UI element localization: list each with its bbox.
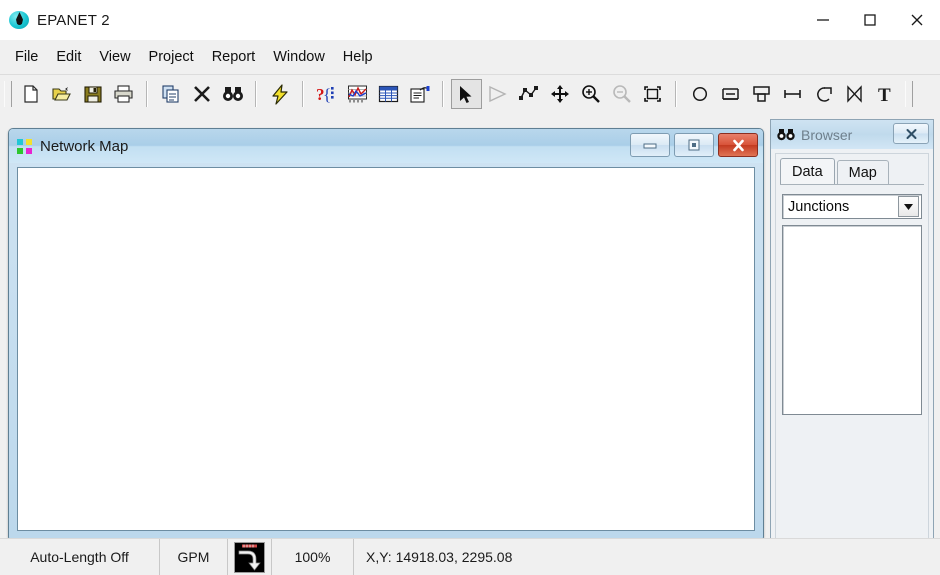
- toolbar-separator: [255, 81, 257, 107]
- browser-tabstrip: Data Map: [780, 158, 928, 184]
- print-button[interactable]: [108, 79, 139, 109]
- run-analysis-button[interactable]: [264, 79, 295, 109]
- add-junction-tool[interactable]: [684, 79, 715, 109]
- save-file-button[interactable]: [77, 79, 108, 109]
- new-file-button[interactable]: [15, 79, 46, 109]
- menubar: File Edit View Project Report Window Hel…: [0, 40, 940, 74]
- full-extent-tool[interactable]: [637, 79, 668, 109]
- toolbar-separator: [442, 81, 444, 107]
- svg-text:T: T: [878, 85, 891, 104]
- browser-title: Browser: [801, 126, 853, 143]
- network-map-nodes-icon: [17, 138, 32, 154]
- chevron-down-icon[interactable]: [898, 196, 919, 217]
- network-map-window: Network Map: [8, 128, 764, 540]
- graph-button[interactable]: [342, 79, 373, 109]
- add-tank-tool[interactable]: [746, 79, 777, 109]
- map-restore-button[interactable]: [674, 133, 714, 157]
- epanet-drop-icon: [8, 9, 30, 31]
- menu-file[interactable]: File: [6, 46, 47, 68]
- svg-text:{: {: [323, 85, 331, 104]
- select-vertex-tool[interactable]: [513, 79, 544, 109]
- open-folder-button[interactable]: [46, 79, 77, 109]
- status-flow-indicator: [228, 538, 272, 575]
- faucet-icon: [234, 541, 265, 573]
- window-title: EPANET 2: [37, 11, 110, 29]
- pan-move-tool[interactable]: [544, 79, 575, 109]
- status-zoom-level[interactable]: 100%: [272, 538, 354, 575]
- zoom-out-tool[interactable]: [606, 79, 637, 109]
- epanet-application-window: EPANET 2 File Edit View Project Report W…: [0, 0, 940, 575]
- toolbar-separator: [302, 81, 304, 107]
- table-button[interactable]: [373, 79, 404, 109]
- tab-data[interactable]: Data: [780, 158, 835, 184]
- browser-titlebar[interactable]: Browser: [771, 120, 933, 149]
- tabstrip-divider: [780, 184, 924, 185]
- menu-edit[interactable]: Edit: [47, 46, 90, 68]
- toolbar-grip[interactable]: [4, 81, 12, 107]
- minimize-button[interactable]: [799, 0, 846, 40]
- network-map-controls: [630, 133, 758, 157]
- status-coordinates: X,Y: 14918.03, 2295.08: [366, 549, 513, 565]
- menu-report[interactable]: Report: [203, 46, 265, 68]
- network-map-titlebar[interactable]: Network Map: [9, 129, 763, 163]
- browser-panel: Browser Data Map Junctions: [770, 119, 934, 575]
- browser-body: Data Map Junctions: [775, 153, 929, 575]
- menu-view[interactable]: View: [90, 46, 139, 68]
- add-reservoir-tool[interactable]: [715, 79, 746, 109]
- mdi-client-area: Network Map Browser Data Map Junctions: [0, 113, 940, 575]
- zoom-in-tool[interactable]: [575, 79, 606, 109]
- window-titlebar: EPANET 2: [0, 0, 940, 40]
- map-close-button[interactable]: [718, 133, 758, 157]
- menu-window[interactable]: Window: [264, 46, 334, 68]
- query-button[interactable]: ?{: [311, 79, 342, 109]
- main-toolbar: ?{T: [0, 74, 940, 113]
- select-object-tool[interactable]: [451, 79, 482, 109]
- close-button[interactable]: [893, 0, 940, 40]
- menu-help[interactable]: Help: [334, 46, 382, 68]
- object-category-select[interactable]: Junctions: [782, 194, 922, 219]
- options-button[interactable]: [404, 79, 435, 109]
- tab-map[interactable]: Map: [836, 160, 889, 184]
- network-map-canvas[interactable]: [17, 167, 755, 531]
- statusbar: Auto-Length Off GPM 100% X,Y: 14918.03, …: [0, 538, 940, 575]
- toolbar-end-grip: [905, 81, 913, 107]
- x-delete-button[interactable]: [186, 79, 217, 109]
- browser-close-button[interactable]: [893, 123, 929, 144]
- menu-project[interactable]: Project: [140, 46, 203, 68]
- object-list[interactable]: [782, 225, 922, 415]
- add-pipe-tool[interactable]: [777, 79, 808, 109]
- status-auto-length[interactable]: Auto-Length Off: [0, 538, 160, 575]
- maximize-button[interactable]: [846, 0, 893, 40]
- toolbar-separator: [675, 81, 677, 107]
- copy-button[interactable]: [155, 79, 186, 109]
- toolbar-separator: [146, 81, 148, 107]
- select-region-tool[interactable]: [482, 79, 513, 109]
- binoculars-icon: [777, 129, 795, 141]
- add-label-tool[interactable]: T: [870, 79, 901, 109]
- add-valve-tool[interactable]: [839, 79, 870, 109]
- status-flow-units[interactable]: GPM: [160, 538, 228, 575]
- network-map-title: Network Map: [40, 137, 129, 155]
- object-category-value: Junctions: [788, 198, 850, 215]
- add-pump-tool[interactable]: [808, 79, 839, 109]
- window-controls: [799, 0, 940, 40]
- find-button[interactable]: [217, 79, 248, 109]
- map-minimize-button[interactable]: [630, 133, 670, 157]
